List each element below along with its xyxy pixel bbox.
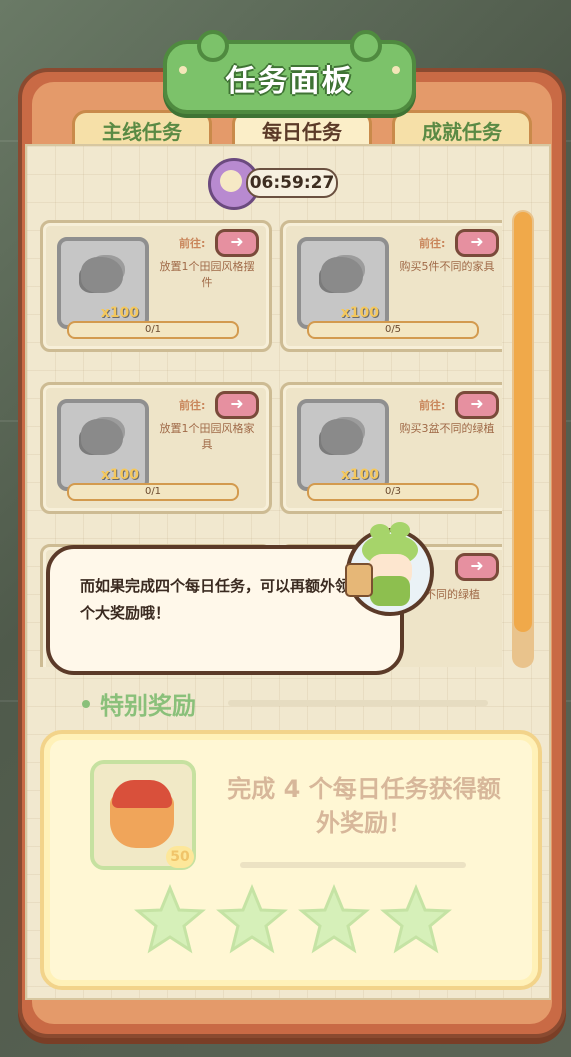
special-reward-quantity: 50: [166, 846, 194, 868]
task-card: x100 前往: ➜ 购买5件不同的家具 0/5: [280, 220, 502, 352]
task-scrollbar[interactable]: [512, 210, 534, 668]
reward-quantity: x100: [340, 305, 379, 321]
scrollbar-thumb[interactable]: [514, 212, 532, 632]
progress-star-icon: [216, 884, 288, 954]
task-description: 放置1个田园风格摆件: [159, 260, 255, 289]
progress-star-icon: [134, 884, 206, 954]
goto-label: 前往:: [179, 399, 206, 412]
apples-icon: [112, 780, 172, 808]
goto-label: 前往:: [419, 237, 446, 250]
ore-icon: [321, 419, 363, 455]
goto-arrow-button[interactable]: ➜: [455, 553, 499, 581]
task-description: 购买3盆不同的绿植: [399, 422, 495, 435]
goto-label: 前往:: [419, 399, 446, 412]
reward-divider: [240, 862, 466, 868]
reward-item-slot: x100: [297, 399, 389, 491]
special-reward-slot[interactable]: 50: [90, 760, 196, 870]
goto-arrow-button[interactable]: ➜: [215, 229, 259, 257]
progress-star-icon: [380, 884, 452, 954]
reward-item-slot: x100: [57, 237, 149, 329]
section-divider: [228, 700, 488, 706]
task-description: 放置1个田园风格家具: [159, 422, 255, 451]
special-reward-title: 特别奖励: [100, 692, 196, 720]
page-title: 任务面板: [225, 64, 354, 99]
goto-label: 前往:: [179, 237, 206, 250]
goto-arrow-button[interactable]: ➜: [455, 391, 499, 419]
task-progress: 0/3: [307, 483, 479, 501]
ore-icon: [321, 257, 363, 293]
goto-arrow-button[interactable]: ➜: [455, 229, 499, 257]
task-progress: 0/5: [307, 321, 479, 339]
ore-icon: [81, 419, 123, 455]
reward-item-slot: x100: [57, 399, 149, 491]
ore-icon: [81, 257, 123, 293]
reward-item-slot: x100: [297, 237, 389, 329]
task-card: x100 前往: ➜ 购买3盆不同的绿植 0/3: [280, 382, 502, 514]
goto-arrow-button[interactable]: ➜: [215, 391, 259, 419]
reward-quantity: x100: [100, 305, 139, 321]
special-reward-text: 完成 4 个每日任务获得额外奖励！: [227, 775, 501, 837]
task-description: 购买5件不同的家具: [399, 260, 495, 273]
section-bullet: [82, 700, 90, 708]
dialog-text: 而如果完成四个每日任务，可以再额外领取一个大奖励哦！: [80, 577, 381, 622]
npc-avatar: [345, 522, 434, 616]
title-plaque: 任务面板: [163, 30, 416, 114]
special-reward-panel: 50 完成 4 个每日任务获得额外奖励！: [40, 730, 542, 990]
reward-quantity: x100: [100, 467, 139, 483]
refresh-timer: 06:59:27: [246, 168, 338, 198]
progress-star-icon: [298, 884, 370, 954]
task-progress: 0/1: [67, 483, 239, 501]
reward-quantity: x100: [340, 467, 379, 483]
task-card: x100 前往: ➜ 放置1个田园风格摆件 0/1: [40, 220, 272, 352]
task-card: x100 前往: ➜ 放置1个田园风格家具 0/1: [40, 382, 272, 514]
task-progress: 0/1: [67, 321, 239, 339]
